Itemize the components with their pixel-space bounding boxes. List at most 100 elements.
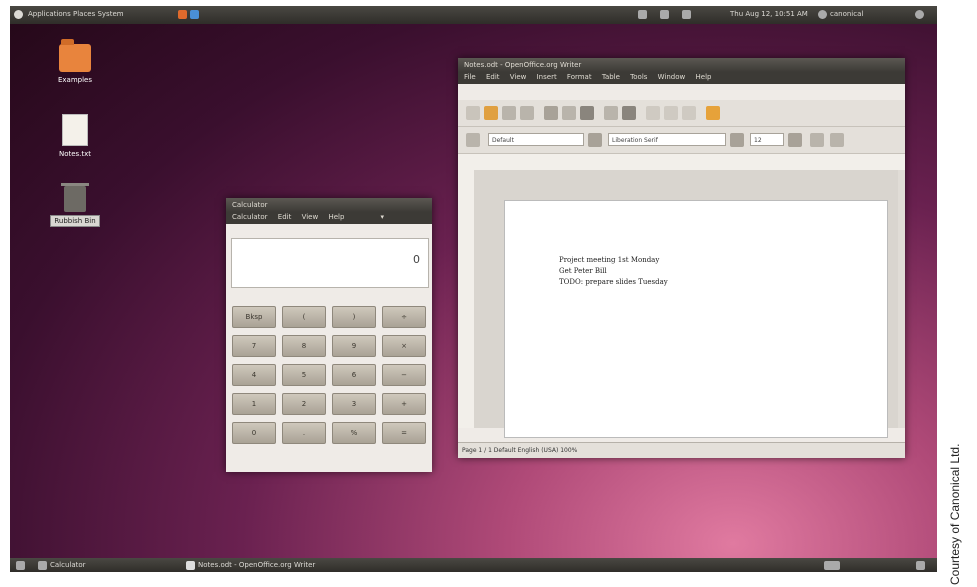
writer-menubar: File Edit View Insert Format Table Tools… (458, 72, 905, 84)
text-line: Project meeting 1st Monday (559, 256, 660, 264)
key-backspace[interactable]: Bksp (232, 306, 276, 328)
new-document-icon[interactable] (466, 106, 480, 120)
user-icon[interactable] (818, 10, 827, 19)
menu-window[interactable]: Window (658, 73, 686, 81)
italic-icon[interactable] (830, 133, 844, 147)
key-close-paren[interactable]: ) (332, 306, 376, 328)
trash-icon[interactable] (916, 561, 925, 570)
calculator-window: Calculator Calculator Edit View Help ▾ 0… (226, 198, 432, 472)
font-size-select[interactable]: 12 (750, 133, 784, 146)
menu-table[interactable]: Table (602, 73, 620, 81)
menu-help[interactable]: Help (328, 213, 344, 221)
key-equals[interactable]: = (382, 422, 426, 444)
menu-view[interactable]: View (510, 73, 527, 81)
paragraph-style-select[interactable]: Default (488, 133, 584, 146)
print-preview-icon[interactable] (580, 106, 594, 120)
dropdown-icon[interactable] (788, 133, 802, 147)
menu-edit[interactable]: Edit (486, 73, 500, 81)
edit-icon[interactable] (520, 106, 534, 120)
cut-icon[interactable] (646, 106, 660, 120)
firefox-icon[interactable] (178, 10, 187, 19)
vertical-scrollbar[interactable] (898, 170, 905, 428)
calculator-task-icon (38, 561, 47, 570)
key-2[interactable]: 2 (282, 393, 326, 415)
document-icon (62, 114, 88, 146)
calculator-titlebar[interactable]: Calculator (226, 198, 432, 212)
open-icon[interactable] (484, 106, 498, 120)
autospellcheck-icon[interactable] (622, 106, 636, 120)
desktop-icon-label: Examples (57, 76, 92, 84)
formatting-toolbar: Default Liberation Serif 12 (458, 127, 905, 154)
key-1[interactable]: 1 (232, 393, 276, 415)
key-8[interactable]: 8 (282, 335, 326, 357)
calculator-display: 0 (231, 238, 429, 288)
calculator-menubar: Calculator Edit View Help ▾ (226, 212, 432, 224)
workspace-switcher-icon[interactable] (824, 561, 840, 570)
writer-titlebar[interactable]: Notes.odt - OpenOffice.org Writer (458, 58, 905, 72)
key-multiply[interactable]: × (382, 335, 426, 357)
styles-icon[interactable] (466, 133, 480, 147)
copy-icon[interactable] (664, 106, 678, 120)
key-open-paren[interactable]: ( (282, 306, 326, 328)
vertical-ruler[interactable] (458, 170, 475, 428)
key-divide[interactable]: ÷ (382, 306, 426, 328)
key-5[interactable]: 5 (282, 364, 326, 386)
help-icon[interactable] (190, 10, 199, 19)
folder-icon (59, 39, 91, 72)
font-name-select[interactable]: Liberation Serif (608, 133, 726, 146)
key-9[interactable]: 9 (332, 335, 376, 357)
desktop-icon-examples[interactable]: Examples (40, 39, 110, 85)
menu-edit[interactable]: Edit (278, 213, 292, 221)
spellcheck-icon[interactable] (604, 106, 618, 120)
key-decimal[interactable]: . (282, 422, 326, 444)
display-value: 0 (413, 253, 420, 266)
paste-icon[interactable] (682, 106, 696, 120)
text-line: TODO: prepare slides Tuesday (559, 278, 668, 286)
dropdown-icon[interactable] (588, 133, 602, 147)
writer-window: Notes.odt - OpenOffice.org Writer File E… (458, 58, 905, 458)
volume-icon[interactable] (682, 10, 691, 19)
menu-calculator[interactable]: Calculator (232, 213, 268, 221)
format-paintbrush-icon[interactable] (706, 106, 720, 120)
taskbar-item-writer[interactable]: Notes.odt - OpenOffice.org Writer (198, 561, 315, 569)
menu-help[interactable]: Help (696, 73, 712, 81)
top-panel: Applications Places System Thu Aug 12, 1… (10, 6, 937, 24)
document-page[interactable]: Project meeting 1st Monday Get Peter Bil… (504, 200, 888, 438)
key-4[interactable]: 4 (232, 364, 276, 386)
save-icon[interactable] (502, 106, 516, 120)
key-7[interactable]: 7 (232, 335, 276, 357)
show-desktop-icon[interactable] (16, 561, 25, 570)
user-name[interactable]: canonical (830, 10, 863, 18)
status-bar: Page 1 / 1 Default English (USA) 100% (458, 442, 905, 458)
menu-format[interactable]: Format (567, 73, 592, 81)
mail-icon[interactable] (660, 10, 669, 19)
print-icon[interactable] (562, 106, 576, 120)
bold-icon[interactable] (810, 133, 824, 147)
window-title: Calculator (232, 201, 268, 209)
menu-file[interactable]: File (464, 73, 476, 81)
panel-menus[interactable]: Applications Places System (28, 10, 124, 18)
dropdown-icon[interactable] (730, 133, 744, 147)
key-3[interactable]: 3 (332, 393, 376, 415)
document-text[interactable]: Project meeting 1st Monday Get Peter Bil… (559, 255, 668, 288)
desktop-icon-label: Rubbish Bin (50, 215, 100, 227)
menu-insert[interactable]: Insert (537, 73, 557, 81)
key-minus[interactable]: − (382, 364, 426, 386)
menu-view[interactable]: View (302, 213, 319, 221)
dropdown-icon[interactable]: ▾ (380, 213, 384, 221)
network-icon[interactable] (638, 10, 647, 19)
horizontal-ruler[interactable] (458, 154, 905, 171)
menu-tools[interactable]: Tools (630, 73, 647, 81)
ubuntu-logo-icon[interactable] (14, 10, 23, 19)
key-0[interactable]: 0 (232, 422, 276, 444)
export-pdf-icon[interactable] (544, 106, 558, 120)
key-6[interactable]: 6 (332, 364, 376, 386)
desktop-icon-rubbish-bin[interactable]: Rubbish Bin (40, 183, 110, 227)
key-percent[interactable]: % (332, 422, 376, 444)
clock[interactable]: Thu Aug 12, 10:51 AM (730, 10, 808, 18)
desktop-icon-notes[interactable]: Notes.txt (40, 114, 110, 159)
taskbar-item-calculator[interactable]: Calculator (50, 561, 86, 569)
key-plus[interactable]: + (382, 393, 426, 415)
writer-task-icon (186, 561, 195, 570)
power-icon[interactable] (915, 10, 924, 19)
